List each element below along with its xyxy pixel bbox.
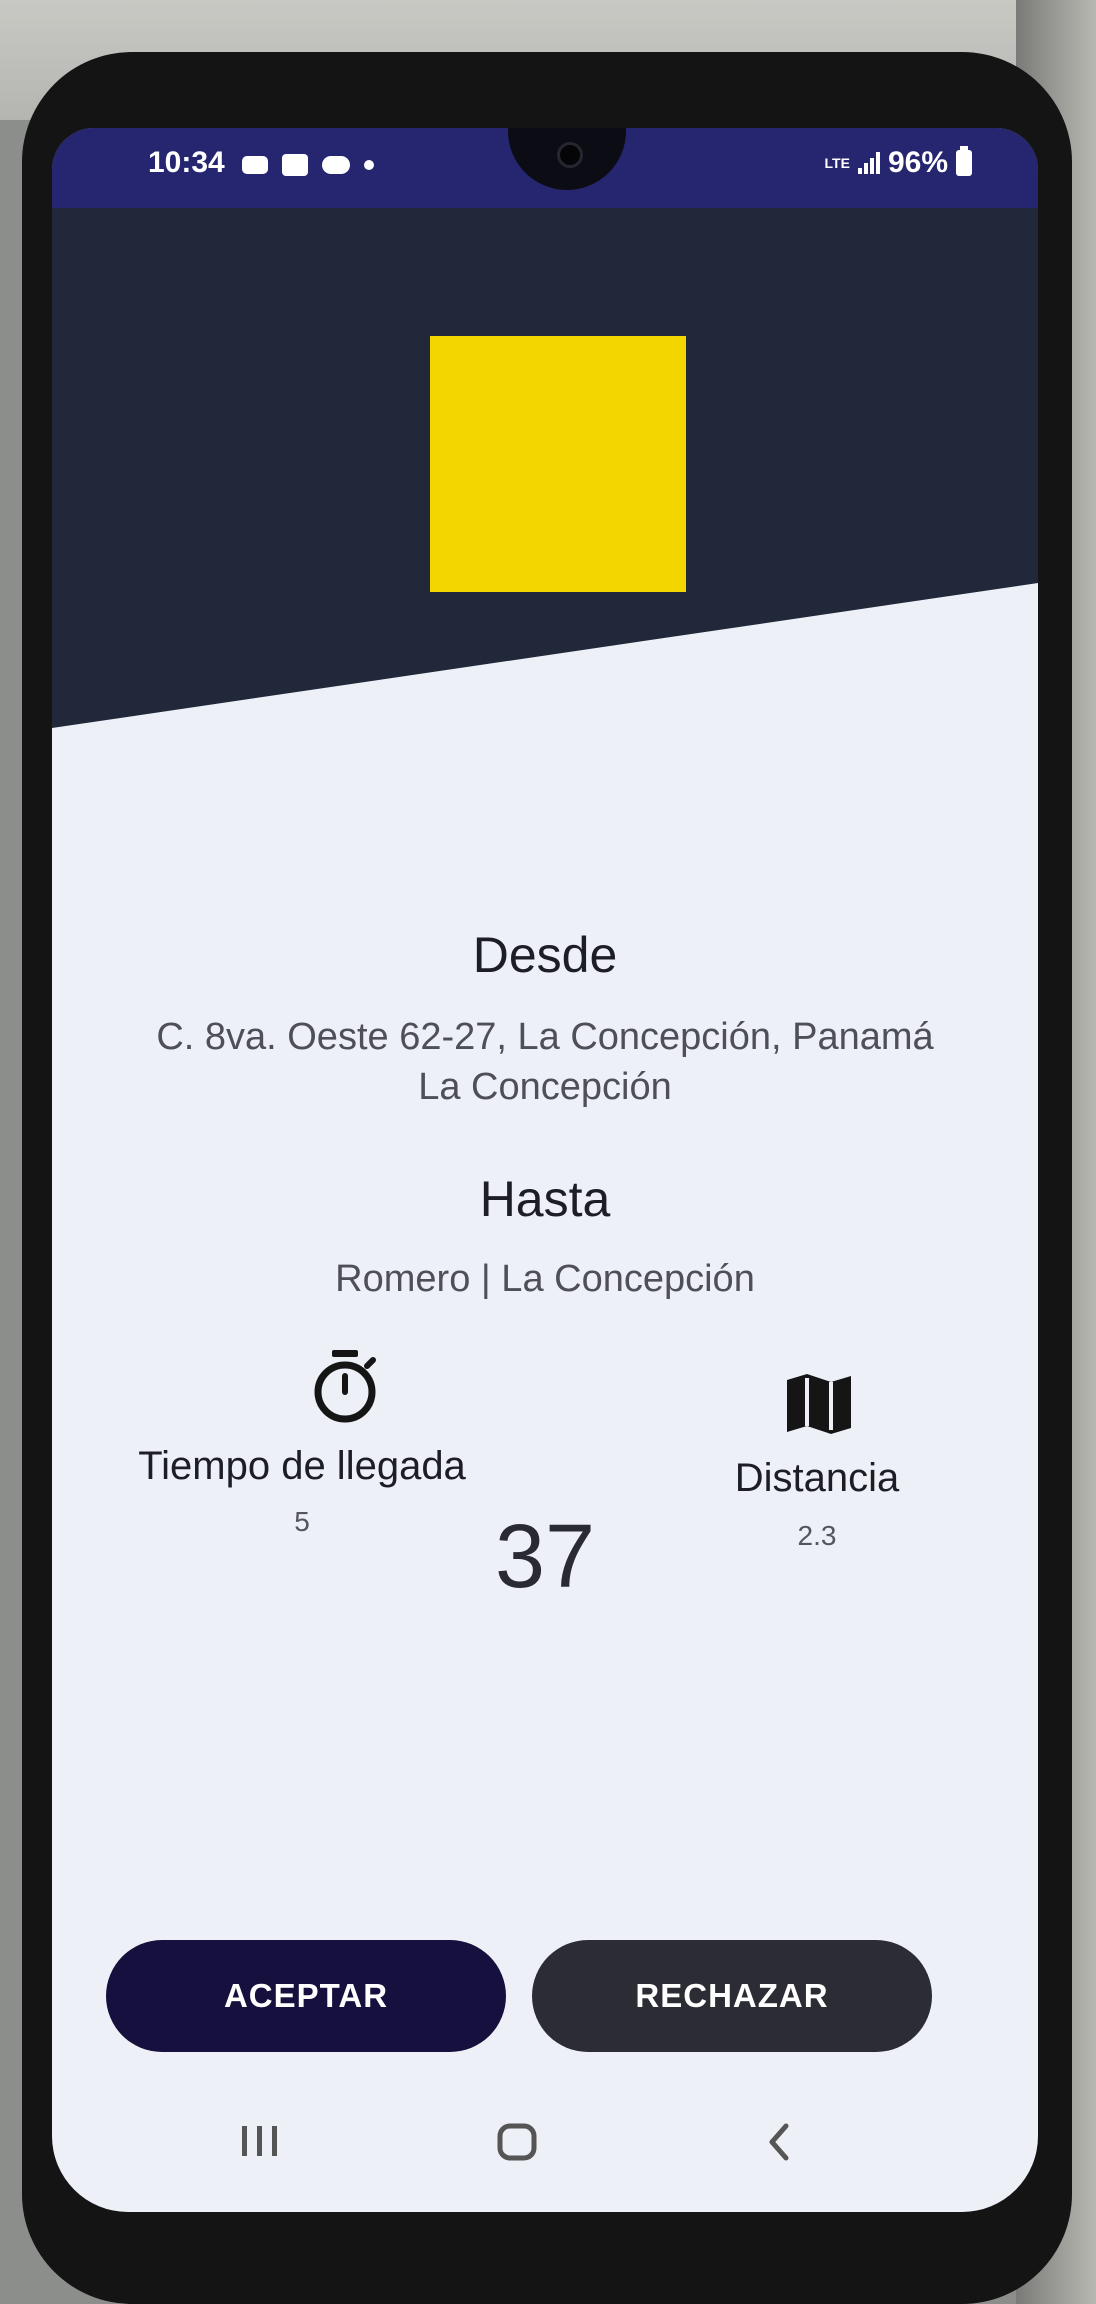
phone-screen: 10:34 LTE 96% Desde C. 8va. Oeste 62-27,… xyxy=(52,128,1038,2212)
navigation-bar xyxy=(52,2110,1038,2180)
system-indicators: LTE 96% xyxy=(825,146,972,180)
battery-percent: 96% xyxy=(887,146,948,179)
reject-button[interactable]: RECHAZAR xyxy=(532,1940,932,2052)
countdown-counter: 37 xyxy=(494,1507,596,1607)
origin-address-line1: C. 8va. Oeste 62-27, La Concepción, Pana… xyxy=(156,1016,934,1058)
stopwatch-icon xyxy=(314,1350,376,1423)
distance-label: Distancia xyxy=(734,1456,900,1500)
status-time: 10:34 xyxy=(148,146,225,179)
arrival-time-label: Tiempo de llegada xyxy=(138,1444,466,1488)
recent-apps-icon[interactable] xyxy=(238,2124,282,2158)
message-icon xyxy=(282,154,308,176)
notification-icons xyxy=(242,154,374,176)
accept-button[interactable]: ACEPTAR xyxy=(106,1940,506,2052)
destination-title: Hasta xyxy=(479,1171,611,1227)
dot-icon xyxy=(364,160,374,170)
home-icon[interactable] xyxy=(495,2122,539,2162)
destination-address: Romero | La Concepción xyxy=(335,1258,755,1300)
origin-title: Desde xyxy=(472,927,618,983)
battery-icon xyxy=(956,146,972,176)
cloud-icon xyxy=(322,156,350,174)
signal-icon xyxy=(857,152,880,174)
map-icon xyxy=(787,1374,851,1434)
front-camera xyxy=(557,142,583,168)
origin-address-line2: La Concepción xyxy=(418,1066,672,1108)
network-type: LTE xyxy=(824,155,850,171)
car-icon xyxy=(242,156,268,174)
back-icon[interactable] xyxy=(764,2122,794,2162)
app-logo xyxy=(430,336,686,592)
